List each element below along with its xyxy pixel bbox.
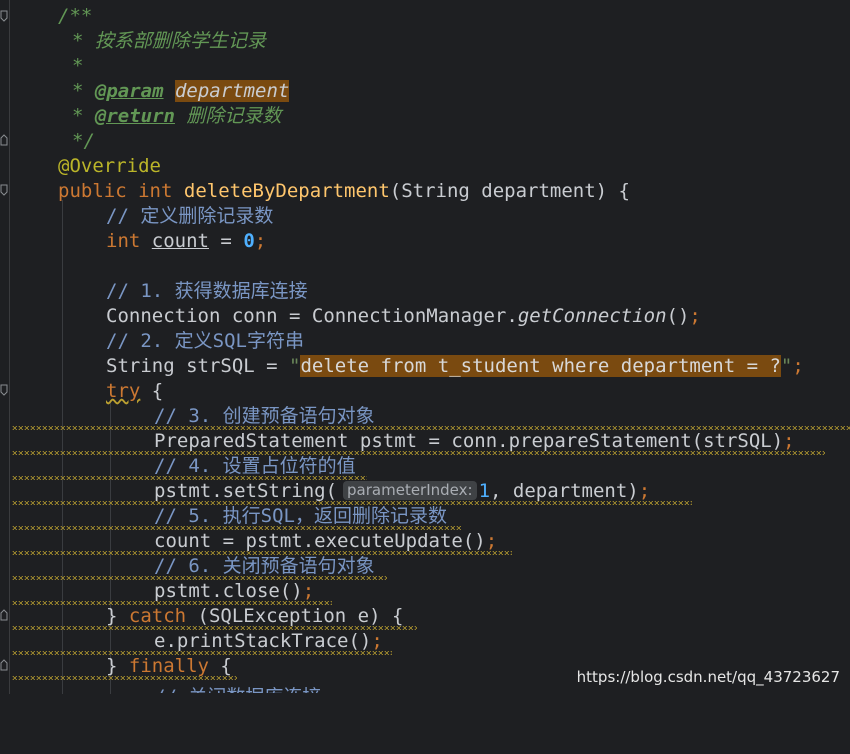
- code-line: try {: [106, 380, 164, 402]
- watermark: https://blog.csdn.net/qq_43723627: [576, 668, 840, 686]
- code-line: pstmt.setString(parameterIndex: 1, depart…: [0, 479, 850, 505]
- code-line: // 5. 执行SQL，返回删除记录数: [0, 504, 850, 530]
- try-keyword[interactable]: try: [106, 380, 140, 402]
- override-annotation: @Override: [58, 155, 161, 177]
- code-line: Connection conn = ConnectionManager.getC…: [106, 305, 701, 327]
- sql-string-literal[interactable]: delete from t_student where department =…: [300, 355, 781, 377]
- line-comment: // 1. 获得数据库连接: [106, 280, 308, 302]
- code-line: count = pstmt.executeUpdate();: [0, 529, 850, 555]
- code-line: // 3. 创建预备语句对象: [0, 404, 850, 430]
- line-comment: // 定义删除记录数: [106, 205, 274, 227]
- catch-keyword[interactable]: catch: [129, 605, 186, 627]
- code-editor[interactable]: /** * 按系部删除学生记录 * * @param department * …: [0, 4, 850, 693]
- code-line: // 定义删除记录数: [0, 204, 850, 229]
- javadoc-return-desc: 删除记录数: [186, 105, 282, 127]
- get-connection-call[interactable]: getConnection: [518, 305, 667, 327]
- code-line: */: [0, 129, 850, 154]
- code-line: // 2. 定义SQL字符串: [0, 329, 850, 354]
- code-line: * @return 删除记录数: [72, 105, 282, 127]
- javadoc-param-tag: @param: [94, 80, 164, 102]
- code-line: PreparedStatement pstmt = conn.prepareSt…: [0, 429, 850, 455]
- parameter-hint: parameterIndex:: [343, 481, 477, 500]
- method-signature: public int deleteByDepartment(String dep…: [58, 180, 630, 202]
- javadoc-return-tag: @return: [94, 105, 175, 127]
- count-variable[interactable]: count: [152, 230, 209, 252]
- method-name[interactable]: deleteByDepartment: [184, 180, 390, 202]
- code-line: *: [0, 54, 850, 79]
- code-line: int count = 0;: [106, 230, 267, 252]
- code-line: e.printStackTrace();: [0, 629, 850, 655]
- code-line: * @param department: [72, 80, 290, 102]
- line-comment: // 关闭数据库连接: [154, 685, 321, 693]
- code-line: // 1. 获得数据库连接: [0, 279, 850, 304]
- code-line: // 6. 关闭预备语句对象: [0, 554, 850, 580]
- code-line: * 按系部删除学生记录: [0, 29, 850, 54]
- code-line: pstmt.close();: [0, 579, 850, 605]
- code-line: public int deleteByDepartment(String dep…: [0, 179, 850, 204]
- finally-keyword[interactable]: finally: [129, 655, 209, 677]
- code-line: @Override: [0, 154, 850, 179]
- javadoc-blank: *: [72, 55, 84, 77]
- code-line: /**: [0, 4, 850, 29]
- javadoc-param-name: department: [174, 80, 290, 102]
- javadoc-open: /**: [58, 5, 93, 27]
- code-line: } catch (SQLException e) {: [0, 604, 850, 630]
- javadoc-summary: * 按系部删除学生记录: [72, 30, 266, 52]
- code-line: String strSQL = "delete from t_student w…: [106, 355, 804, 377]
- javadoc-close: */: [72, 130, 95, 152]
- line-comment: // 2. 定义SQL字符串: [106, 330, 304, 352]
- code-line: // 4. 设置占位符的值: [0, 454, 850, 480]
